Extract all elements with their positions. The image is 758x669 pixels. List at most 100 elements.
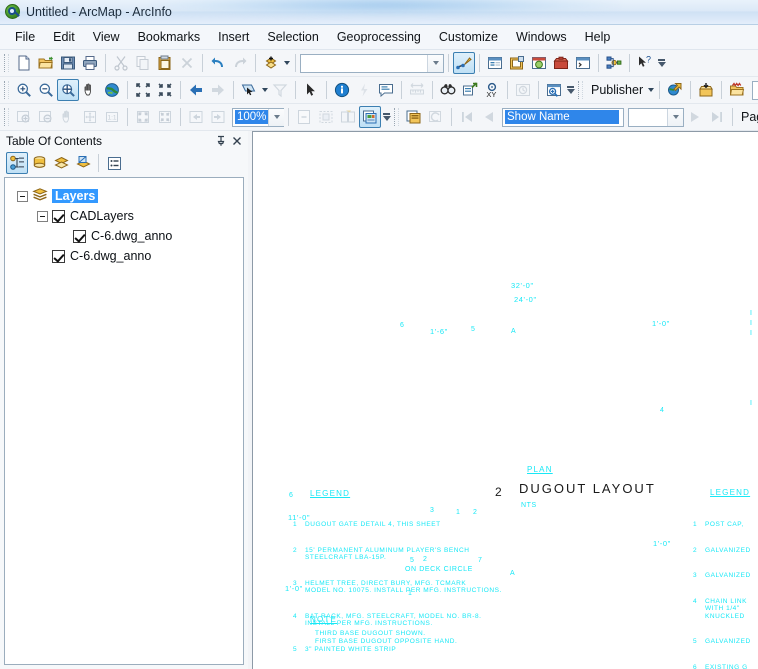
- add-data-dropdown-icon[interactable]: [282, 53, 291, 73]
- add-data-button[interactable]: [260, 52, 282, 74]
- search-window-button[interactable]: [528, 52, 550, 74]
- page-name-combobox[interactable]: Show Name: [502, 107, 624, 127]
- pin-icon[interactable]: [214, 134, 228, 148]
- menu-insert[interactable]: Insert: [209, 27, 258, 47]
- layout-zoom-out-button[interactable]: [35, 106, 57, 128]
- hyperlink-button[interactable]: [353, 79, 375, 101]
- menu-edit[interactable]: Edit: [44, 27, 84, 47]
- identify-button[interactable]: [331, 79, 353, 101]
- toc-node-layers[interactable]: Layers: [11, 186, 243, 206]
- open-document-button[interactable]: [35, 52, 57, 74]
- toggle-draft-mode-button[interactable]: [293, 106, 315, 128]
- page-zoom-value[interactable]: 100%: [235, 110, 269, 124]
- editor-toolbar-button[interactable]: [453, 52, 475, 74]
- tools-toolbar-overflow-button[interactable]: [565, 79, 576, 101]
- pan-hand-button[interactable]: [79, 79, 101, 101]
- arctoolbox-button[interactable]: [550, 52, 572, 74]
- measure-button[interactable]: [406, 79, 428, 101]
- publisher-menu[interactable]: Publisher: [587, 83, 646, 97]
- layout-forward-extent-button[interactable]: [207, 106, 229, 128]
- layer-visibility-checkbox[interactable]: [73, 229, 86, 243]
- toc-options-icon[interactable]: [103, 152, 125, 174]
- page-index-combobox[interactable]: [628, 107, 684, 127]
- layout-back-extent-button[interactable]: [185, 106, 207, 128]
- publish-map-button[interactable]: [664, 79, 686, 101]
- menu-bookmarks[interactable]: Bookmarks: [129, 27, 210, 47]
- zoom-in-button[interactable]: [13, 79, 35, 101]
- copy-button[interactable]: [132, 52, 154, 74]
- previous-page-button[interactable]: [478, 106, 500, 128]
- focus-data-frame-button[interactable]: [315, 106, 337, 128]
- menu-geoprocessing[interactable]: Geoprocessing: [328, 27, 430, 47]
- menu-selection[interactable]: Selection: [258, 27, 327, 47]
- toc-tab-list-by-selection[interactable]: [72, 152, 94, 174]
- page-text-menu[interactable]: Page Text: [737, 110, 758, 124]
- whats-this-help-button[interactable]: ?: [634, 52, 656, 74]
- fixed-zoom-in-button[interactable]: [132, 79, 154, 101]
- toc-node-c6-dwg-anno[interactable]: C-6.dwg_anno: [11, 246, 243, 266]
- undo-button[interactable]: [207, 52, 229, 74]
- toolbar-grip[interactable]: [394, 108, 399, 126]
- layout-pan-button[interactable]: [57, 106, 79, 128]
- toc-tab-list-by-drawing-order[interactable]: [6, 152, 28, 174]
- zoom-100-percent-button[interactable]: 1:1: [101, 106, 123, 128]
- menu-help[interactable]: Help: [576, 27, 620, 47]
- change-layout-button[interactable]: [337, 106, 359, 128]
- last-page-button[interactable]: [706, 106, 728, 128]
- select-features-dropdown-icon[interactable]: [260, 80, 269, 100]
- next-page-button[interactable]: [684, 106, 706, 128]
- cad-drawing-canvas[interactable]: 32'-0" 24'-0" 1'-6" 11'-0" 1'-0" 1'-0" 1…: [253, 132, 758, 669]
- data-driven-pages-setup-button[interactable]: [359, 106, 381, 128]
- layout-zoom-in-button[interactable]: [13, 106, 35, 128]
- map-view-frame[interactable]: 32'-0" 24'-0" 1'-6" 11'-0" 1'-0" 1'-0" 1…: [252, 131, 758, 669]
- menu-customize[interactable]: Customize: [430, 27, 507, 47]
- zoom-out-button[interactable]: [35, 79, 57, 101]
- full-extent-globe-button[interactable]: [101, 79, 123, 101]
- toc-tab-list-by-source[interactable]: [28, 152, 50, 174]
- publisher-dropdown-icon[interactable]: [646, 80, 655, 100]
- html-popup-button[interactable]: [375, 79, 397, 101]
- layout-toolbar-overflow-button[interactable]: [381, 106, 392, 128]
- menu-windows[interactable]: Windows: [507, 27, 576, 47]
- fixed-zoom-out-button[interactable]: [154, 79, 176, 101]
- page-index-dropdown-icon[interactable]: [667, 108, 683, 126]
- time-slider-button[interactable]: [512, 79, 534, 101]
- model-builder-button[interactable]: [603, 52, 625, 74]
- find-button[interactable]: [437, 79, 459, 101]
- table-of-contents-button[interactable]: [484, 52, 506, 74]
- menu-file[interactable]: File: [6, 27, 44, 47]
- toc-tab-list-by-visibility[interactable]: [50, 152, 72, 174]
- data-driven-pages-enable-button[interactable]: [403, 106, 425, 128]
- select-features-button[interactable]: [238, 79, 260, 101]
- expander-icon[interactable]: [17, 190, 28, 202]
- print-button[interactable]: [79, 52, 101, 74]
- page-zoom-combobox[interactable]: 100%: [232, 107, 285, 127]
- delete-button[interactable]: [176, 52, 198, 74]
- refresh-page-button[interactable]: [425, 106, 447, 128]
- select-elements-button[interactable]: [300, 79, 322, 101]
- toolbar-grip[interactable]: [4, 54, 9, 72]
- map-scale-combobox[interactable]: [300, 53, 444, 73]
- package-map-button[interactable]: [695, 79, 717, 101]
- catalog-window-button[interactable]: [506, 52, 528, 74]
- publisher-field-combobox[interactable]: [752, 80, 758, 100]
- go-forward-extent-button[interactable]: [207, 79, 229, 101]
- toc-node-cadlayers[interactable]: CADLayers: [11, 206, 243, 226]
- first-page-button[interactable]: [456, 106, 478, 128]
- toc-node-c6-dwg-anno-child[interactable]: C-6.dwg_anno: [11, 226, 243, 246]
- zoom-whole-page-button[interactable]: [79, 106, 101, 128]
- save-button[interactable]: [57, 52, 79, 74]
- go-to-xy-button[interactable]: XY: [481, 79, 503, 101]
- page-name-value[interactable]: Show Name: [505, 110, 619, 124]
- fixed-zoom-out-page-button[interactable]: [154, 106, 176, 128]
- page-zoom-dropdown-icon[interactable]: [268, 108, 285, 126]
- redo-button[interactable]: [229, 52, 251, 74]
- layer-visibility-checkbox[interactable]: [52, 209, 65, 223]
- expander-icon[interactable]: [37, 210, 48, 222]
- toolbar-grip[interactable]: [4, 81, 9, 99]
- pan-tool-button[interactable]: [57, 79, 79, 101]
- go-back-extent-button[interactable]: [185, 79, 207, 101]
- find-route-button[interactable]: [459, 79, 481, 101]
- open-package-button[interactable]: [726, 79, 748, 101]
- toc-layer-tree[interactable]: Layers CADLayers C-6.dwg_anno C-6.dwg_an…: [4, 177, 244, 665]
